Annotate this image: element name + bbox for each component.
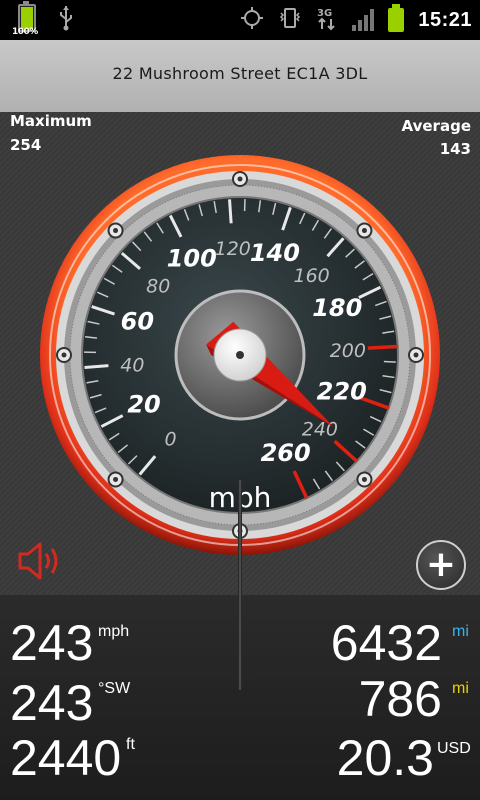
cost-readout: 20.3	[336, 730, 434, 786]
cost-unit: USD	[437, 740, 471, 757]
minor-tick	[383, 360, 396, 363]
bezel-screw	[356, 222, 373, 239]
major-tick	[84, 364, 109, 370]
status-bar: 100% 3G 15:21	[0, 0, 480, 40]
average-value: 143	[439, 140, 471, 158]
bezel-screw	[107, 222, 124, 239]
trip-distance-readout: 786	[358, 671, 442, 727]
distance-unit: mi	[452, 623, 469, 640]
scale-label: 0	[165, 429, 177, 451]
maximum-label: Maximum	[10, 112, 92, 130]
bezel-screw	[232, 171, 248, 187]
maximum-value: 254	[10, 136, 42, 154]
bezel-screw	[408, 347, 424, 363]
distance-readout: 6432	[330, 615, 442, 671]
battery-percent: 100%	[12, 27, 38, 37]
svg-text:3G: 3G	[317, 8, 332, 19]
bezel-screw	[356, 471, 373, 488]
bezel-screw	[107, 471, 124, 488]
scale-label: 120	[215, 238, 251, 260]
usb-icon	[58, 5, 74, 35]
vibrate-icon	[278, 6, 302, 34]
battery-icon	[388, 4, 405, 32]
scale-label: 220	[317, 377, 367, 405]
add-button[interactable]: +	[416, 540, 466, 590]
signal-icon	[352, 9, 375, 31]
scale-label: 160	[293, 265, 329, 287]
major-tick	[228, 199, 233, 224]
panel-divider	[238, 480, 242, 690]
scale-label: 260	[261, 439, 311, 467]
altitude-readout: 2440	[10, 730, 122, 786]
altitude-unit: ft	[126, 736, 135, 753]
scale-label: 60	[121, 307, 154, 335]
scale-label: 180	[312, 294, 362, 322]
trip-distance-unit: mi	[452, 680, 469, 697]
scale-label: 200	[330, 340, 366, 362]
bezel-screw	[56, 347, 72, 363]
heading-readout: 243	[10, 675, 94, 731]
scale-label: 40	[120, 355, 144, 377]
heading-unit: °SW	[98, 680, 131, 697]
speaker-alert-icon[interactable]	[16, 540, 66, 582]
scale-label: 240	[302, 419, 338, 441]
battery-level: 100%	[10, 1, 44, 37]
current-address: 22 Mushroom Street EC1A 3DL	[112, 64, 368, 83]
3g-icon: 3G	[316, 5, 338, 35]
scale-label: 140	[250, 239, 300, 267]
redline-tick	[367, 344, 398, 350]
average-label: Average	[401, 117, 471, 135]
scale-label: 100	[167, 244, 217, 272]
gps-icon	[240, 6, 264, 34]
status-right: 3G 15:21	[240, 4, 472, 36]
scale-label: 80	[146, 275, 170, 297]
clock: 15:21	[418, 8, 472, 31]
scale-label: 20	[127, 391, 160, 419]
address-bar: 22 Mushroom Street EC1A 3DL	[0, 40, 480, 113]
status-left: 100%	[10, 1, 74, 37]
speed-unit: mph	[98, 623, 130, 640]
speed-readout: 243	[10, 615, 94, 671]
plus-icon: +	[425, 544, 457, 585]
